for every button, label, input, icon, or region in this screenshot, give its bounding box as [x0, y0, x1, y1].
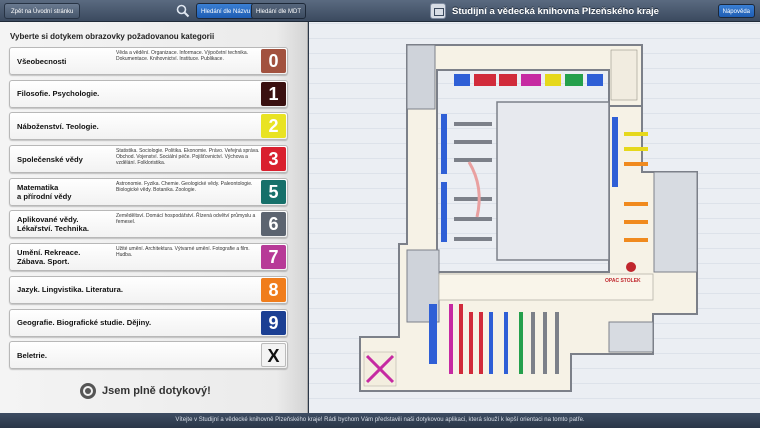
- reading-area: [363, 351, 397, 387]
- category-number-badge: X: [261, 343, 286, 368]
- category-panel: Vyberte si dotykem obrazovky požadovanou…: [0, 22, 308, 413]
- search-by-mdt-button[interactable]: Hledání dle MDT: [251, 3, 307, 19]
- category-name: Všeobecnosti: [17, 56, 67, 66]
- category-description: Užité umění. Architektura. Výtvarné uměn…: [116, 246, 250, 259]
- shelves-left: [441, 114, 492, 242]
- floor-plan[interactable]: OPAC STOLEK: [309, 22, 760, 413]
- category-name: Beletrie.: [17, 350, 47, 360]
- category-name: Jazyk. Lingvistika. Literatura.: [17, 285, 123, 295]
- category-name: Aplikované vědy. Lékařství. Technika.: [17, 215, 90, 234]
- category-number-badge: 0: [261, 49, 286, 73]
- category-number-badge: 7: [261, 245, 286, 270]
- search-by-title-button[interactable]: Hledání dle Názvu: [196, 3, 256, 19]
- category-description: Astronomie. Fyzika. Chemie. Geologické v…: [116, 180, 253, 193]
- category-number-badge: 2: [261, 114, 286, 139]
- category-name: Matematika a přírodní vědy: [17, 182, 72, 201]
- category-button[interactable]: Beletrie. X: [9, 341, 288, 370]
- back-to-home-button[interactable]: Zpět na Úvodní stránku: [4, 3, 81, 19]
- courtyard: [496, 101, 610, 261]
- touch-label: Jsem plně dotykový!: [102, 385, 211, 397]
- help-button[interactable]: Nápověda: [717, 4, 755, 18]
- category-list: Všeobecnosti Věda a vědění. Organizace. I…: [9, 47, 288, 374]
- library-logo-icon: [430, 3, 446, 19]
- category-name: Náboženství. Teologie.: [17, 121, 99, 131]
- category-description: Zeměděltsví. Domácí hospodářství. Řízená…: [116, 213, 256, 226]
- category-button[interactable]: Filosofie. Psychologie. 1: [9, 79, 288, 108]
- category-number-badge: 3: [261, 147, 286, 172]
- category-number-badge: 5: [261, 179, 286, 204]
- category-number-badge: 6: [261, 212, 286, 237]
- category-button[interactable]: Geografie. Biografické studie. Dějiny. 9: [9, 308, 288, 337]
- app-title: Studijní a vědecká knihovna Plzeňského k…: [452, 5, 659, 17]
- stair-room: [608, 321, 654, 353]
- touch-note: Jsem plně dotykový!: [80, 383, 211, 399]
- title-area: Studijní a vědecká knihovna Plzeňského k…: [430, 2, 659, 20]
- category-name: Filosofie. Psychologie.: [17, 89, 100, 99]
- footer-ticker: Vítejte v Studijní a vědecké knihovně Pl…: [0, 413, 760, 428]
- category-button[interactable]: Matematika a přírodní vědy Astronomie. Fy…: [9, 177, 288, 206]
- top-bar: Zpět na Úvodní stránku Hledání dle Názvu…: [0, 0, 760, 22]
- stair-block: [406, 44, 436, 110]
- category-name: Geografie. Biografické studie. Dějiny.: [17, 318, 152, 327]
- category-button[interactable]: Aplikované vědy. Lékařství. Technika. Zem…: [9, 210, 288, 239]
- panel-heading: Vyberte si dotykem obrazovky požadovanou…: [10, 32, 215, 41]
- category-button[interactable]: Umění. Rekreace. Zábava. Sport. Užité umě…: [9, 243, 288, 272]
- category-description: Věda a vědění. Organizace. Informace. Vý…: [116, 50, 249, 62]
- opac-label: OPAC STOLEK: [605, 278, 641, 284]
- category-description: Statistika. Sociologie. Politika. Ekonom…: [116, 148, 260, 167]
- category-name: Společenské vědy: [17, 154, 83, 164]
- category-button[interactable]: Jazyk. Lingvistika. Literatura. 8: [9, 275, 288, 304]
- right-room: [653, 171, 698, 273]
- category-button[interactable]: Náboženství. Teologie. 2: [9, 112, 288, 141]
- floor-map[interactable]: OPAC STOLEK: [309, 22, 760, 413]
- category-number-badge: 8: [261, 277, 286, 302]
- search-icon[interactable]: [176, 4, 190, 18]
- category-button[interactable]: Všeobecnosti Věda a vědění. Organizace. I…: [9, 47, 288, 75]
- category-number-badge: 9: [261, 310, 286, 335]
- touch-icon: [80, 383, 96, 399]
- category-name: Umění. Rekreace. Zábava. Sport.: [17, 248, 81, 267]
- category-number-badge: 1: [261, 81, 286, 106]
- category-button[interactable]: Společenské vědy Statistika. Sociologie. …: [9, 145, 288, 174]
